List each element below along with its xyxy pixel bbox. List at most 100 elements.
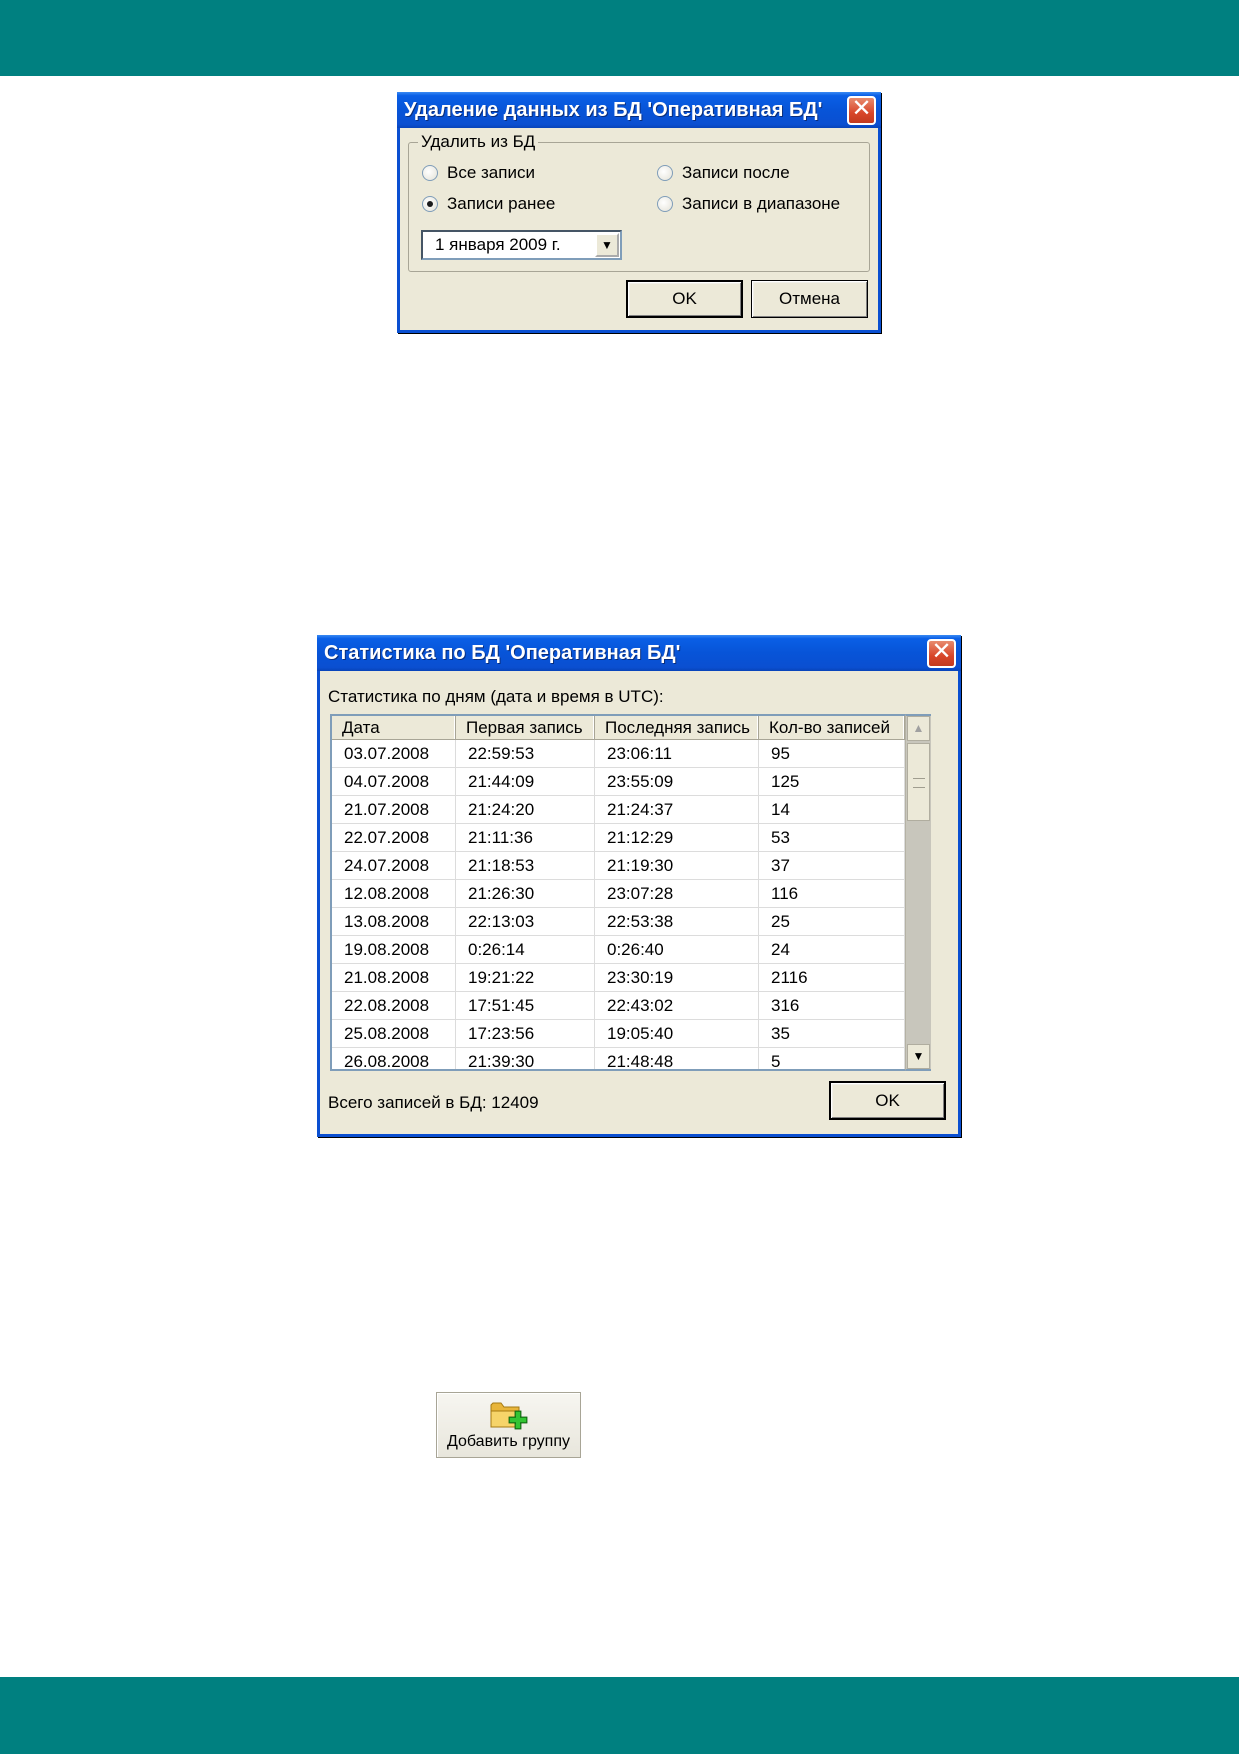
add-group-button[interactable]: Добавить группу <box>436 1392 581 1458</box>
delete-dialog-titlebar[interactable]: Удаление данных из БД 'Оперативная БД' <box>397 92 881 128</box>
table-row[interactable]: 21.08.2008 19:21:22 23:30:19 2116 <box>332 964 905 992</box>
column-header-first-record[interactable]: Первая запись <box>456 716 595 739</box>
ok-button-label: OK <box>672 289 697 308</box>
ok-button[interactable]: OK <box>626 280 743 318</box>
date-picker[interactable]: 1 января 2009 г. ▼ <box>421 230 622 260</box>
table-cell: 19:21:22 <box>456 964 595 991</box>
table-cell: 19:05:40 <box>595 1020 759 1047</box>
table-row[interactable]: 03.07.2008 22:59:53 23:06:11 95 <box>332 740 905 768</box>
radio-label: Записи ранее <box>447 194 556 213</box>
table-cell: 25 <box>759 908 905 935</box>
table-cell: 22:59:53 <box>456 740 595 767</box>
scroll-down-icon[interactable]: ▼ <box>907 1044 930 1069</box>
table-cell: 37 <box>759 852 905 879</box>
table-cell: 22.08.2008 <box>332 992 456 1019</box>
radio-button-checked-icon[interactable] <box>422 196 438 212</box>
table-cell: 25.08.2008 <box>332 1020 456 1047</box>
table-cell: 116 <box>759 880 905 907</box>
table-cell: 125 <box>759 768 905 795</box>
table-cell: 21:39:30 <box>456 1048 595 1069</box>
scroll-up-icon[interactable]: ▲ <box>907 716 930 741</box>
table-cell: 17:23:56 <box>456 1020 595 1047</box>
radio-label: Записи после <box>682 163 790 182</box>
table-cell: 21.07.2008 <box>332 796 456 823</box>
stats-dialog-title: Статистика по БД 'Оперативная БД' <box>324 642 681 664</box>
table-cell: 21:48:48 <box>595 1048 759 1069</box>
table-cell: 17:51:45 <box>456 992 595 1019</box>
radio-label: Записи в диапазоне <box>682 194 841 213</box>
table-row[interactable]: 22.07.2008 21:11:36 21:12:29 53 <box>332 824 905 852</box>
table-row[interactable]: 25.08.2008 17:23:56 19:05:40 35 <box>332 1020 905 1048</box>
table-cell: 23:30:19 <box>595 964 759 991</box>
chevron-down-icon[interactable]: ▼ <box>595 233 619 257</box>
total-records-label: Всего записей в БД: 12409 <box>328 1093 539 1112</box>
table-row[interactable]: 04.07.2008 21:44:09 23:55:09 125 <box>332 768 905 796</box>
table-cell: 22:43:02 <box>595 992 759 1019</box>
table-cell: 12.08.2008 <box>332 880 456 907</box>
table-row[interactable]: 24.07.2008 21:18:53 21:19:30 37 <box>332 852 905 880</box>
delete-data-dialog: Удаление данных из БД 'Оперативная БД' У… <box>397 92 881 333</box>
table-cell: 21:19:30 <box>595 852 759 879</box>
table-row[interactable]: 19.08.2008 0:26:14 0:26:40 24 <box>332 936 905 964</box>
close-icon[interactable] <box>847 96 876 125</box>
table-cell: 23:06:11 <box>595 740 759 767</box>
table-cell: 316 <box>759 992 905 1019</box>
table-cell: 53 <box>759 824 905 851</box>
stats-table[interactable]: Дата Первая запись Последняя запись Кол-… <box>330 714 905 1071</box>
delete-scope-group: Удалить из БД Все записи Записи после За… <box>408 132 870 272</box>
table-cell: 22.07.2008 <box>332 824 456 851</box>
table-cell: 23:55:09 <box>595 768 759 795</box>
table-cell: 14 <box>759 796 905 823</box>
table-cell: 21:11:36 <box>456 824 595 851</box>
stats-ok-button[interactable]: OK <box>829 1081 946 1120</box>
scroll-thumb[interactable] <box>907 743 930 821</box>
column-header-record-count[interactable]: Кол-во записей <box>759 716 905 739</box>
table-row[interactable]: 22.08.2008 17:51:45 22:43:02 316 <box>332 992 905 1020</box>
radio-button-icon[interactable] <box>657 196 673 212</box>
column-header-date[interactable]: Дата <box>332 716 456 739</box>
table-cell: 03.07.2008 <box>332 740 456 767</box>
close-icon[interactable] <box>927 639 956 668</box>
table-row[interactable]: 12.08.2008 21:26:30 23:07:28 116 <box>332 880 905 908</box>
table-cell: 19.08.2008 <box>332 936 456 963</box>
stats-caption: Статистика по дням (дата и время в UTC): <box>328 687 664 706</box>
radio-records-range[interactable]: Записи в диапазоне <box>657 194 840 214</box>
table-body: 03.07.2008 22:59:53 23:06:11 95 04.07.2008 21… <box>332 740 905 1069</box>
table-cell: 21:26:30 <box>456 880 595 907</box>
delete-dialog-title: Удаление данных из БД 'Оперативная БД' <box>404 99 823 121</box>
table-cell: 21:18:53 <box>456 852 595 879</box>
cancel-button[interactable]: Отмена <box>751 280 868 318</box>
table-scrollbar[interactable]: ▲ ▼ <box>905 714 931 1071</box>
radio-button-icon[interactable] <box>657 165 673 181</box>
table-row[interactable]: 21.07.2008 21:24:20 21:24:37 14 <box>332 796 905 824</box>
bottom-band <box>0 1677 1239 1754</box>
table-cell: 23:07:28 <box>595 880 759 907</box>
table-header: Дата Первая запись Последняя запись Кол-… <box>332 716 905 740</box>
table-row[interactable]: 26.08.2008 21:39:30 21:48:48 5 <box>332 1048 905 1069</box>
ok-button-label: OK <box>875 1090 900 1110</box>
table-cell: 21:12:29 <box>595 824 759 851</box>
top-band <box>0 0 1239 76</box>
table-cell: 22:13:03 <box>456 908 595 935</box>
radio-button-icon[interactable] <box>422 165 438 181</box>
radio-label: Все записи <box>447 163 535 182</box>
table-row[interactable]: 13.08.2008 22:13:03 22:53:38 25 <box>332 908 905 936</box>
column-header-last-record[interactable]: Последняя запись <box>595 716 759 739</box>
table-cell: 22:53:38 <box>595 908 759 935</box>
table-cell: 04.07.2008 <box>332 768 456 795</box>
table-cell: 21:24:20 <box>456 796 595 823</box>
group-label: Удалить из БД <box>418 132 539 152</box>
radio-records-after[interactable]: Записи после <box>657 163 790 183</box>
date-value: 1 января 2009 г. <box>435 235 561 254</box>
table-cell: 26.08.2008 <box>332 1048 456 1069</box>
table-cell: 95 <box>759 740 905 767</box>
table-cell: 5 <box>759 1048 905 1069</box>
table-cell: 21:24:37 <box>595 796 759 823</box>
radio-all-records[interactable]: Все записи <box>422 163 535 183</box>
table-cell: 21:44:09 <box>456 768 595 795</box>
folder-add-icon <box>490 1402 528 1430</box>
radio-records-before[interactable]: Записи ранее <box>422 194 555 214</box>
stats-dialog-titlebar[interactable]: Статистика по БД 'Оперативная БД' <box>317 635 961 671</box>
table-cell: 2116 <box>759 964 905 991</box>
add-group-label: Добавить группу <box>446 1433 571 1450</box>
